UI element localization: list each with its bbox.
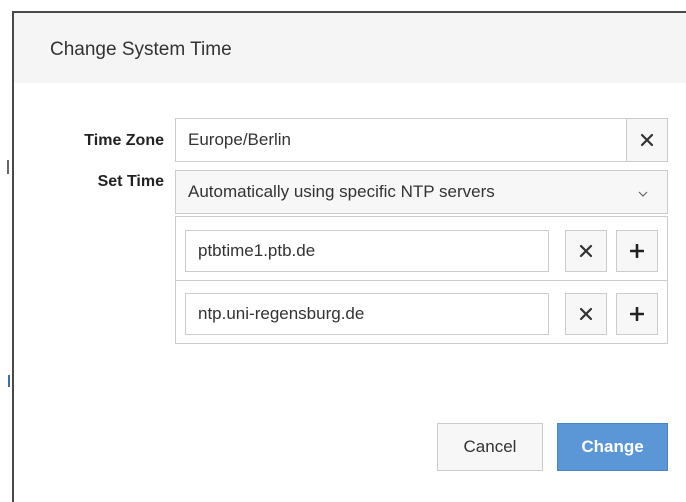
ntp-server-row: ntp.uni-regensburg.de xyxy=(176,280,667,344)
background-fragment xyxy=(7,160,9,174)
set-time-row: Set Time Automatically using specific NT… xyxy=(14,170,674,214)
set-time-label-wrap: Set Time xyxy=(14,170,164,214)
close-icon xyxy=(579,307,593,321)
background-fragment xyxy=(8,375,10,387)
set-time-selected-value: Automatically using specific NTP servers xyxy=(188,182,495,201)
time-zone-clear-button[interactable] xyxy=(626,118,668,162)
chevron-down-icon xyxy=(638,191,648,197)
time-zone-label: Time Zone xyxy=(84,132,164,149)
close-icon xyxy=(640,133,654,147)
ntp-server-input[interactable]: ptbtime1.ptb.de xyxy=(185,230,549,272)
time-zone-row: Time Zone Europe/Berlin xyxy=(14,118,674,162)
ntp-server-remove-button[interactable] xyxy=(565,230,607,272)
ntp-server-remove-button[interactable] xyxy=(565,293,607,335)
ntp-servers-group: ptbtime1.ptb.de ntp.uni-regensburg.de xyxy=(175,216,668,344)
set-time-label: Set Time xyxy=(97,173,164,190)
dialog-header: Change System Time xyxy=(14,13,686,83)
time-zone-label-wrap: Time Zone xyxy=(14,118,164,162)
plus-icon xyxy=(630,307,644,321)
ntp-server-row: ptbtime1.ptb.de xyxy=(176,217,667,280)
ntp-server-add-button[interactable] xyxy=(616,230,658,272)
dialog-title: Change System Time xyxy=(50,39,232,60)
change-button[interactable]: Change xyxy=(557,423,668,471)
plus-icon xyxy=(630,244,644,258)
time-zone-input[interactable]: Europe/Berlin xyxy=(175,118,627,162)
ntp-server-input[interactable]: ntp.uni-regensburg.de xyxy=(185,293,549,335)
set-time-select[interactable]: Automatically using specific NTP servers xyxy=(175,170,668,214)
close-icon xyxy=(579,244,593,258)
change-system-time-dialog: Change System Time Time Zone Europe/Berl… xyxy=(12,11,686,502)
cancel-button[interactable]: Cancel xyxy=(437,423,543,471)
ntp-server-add-button[interactable] xyxy=(616,293,658,335)
